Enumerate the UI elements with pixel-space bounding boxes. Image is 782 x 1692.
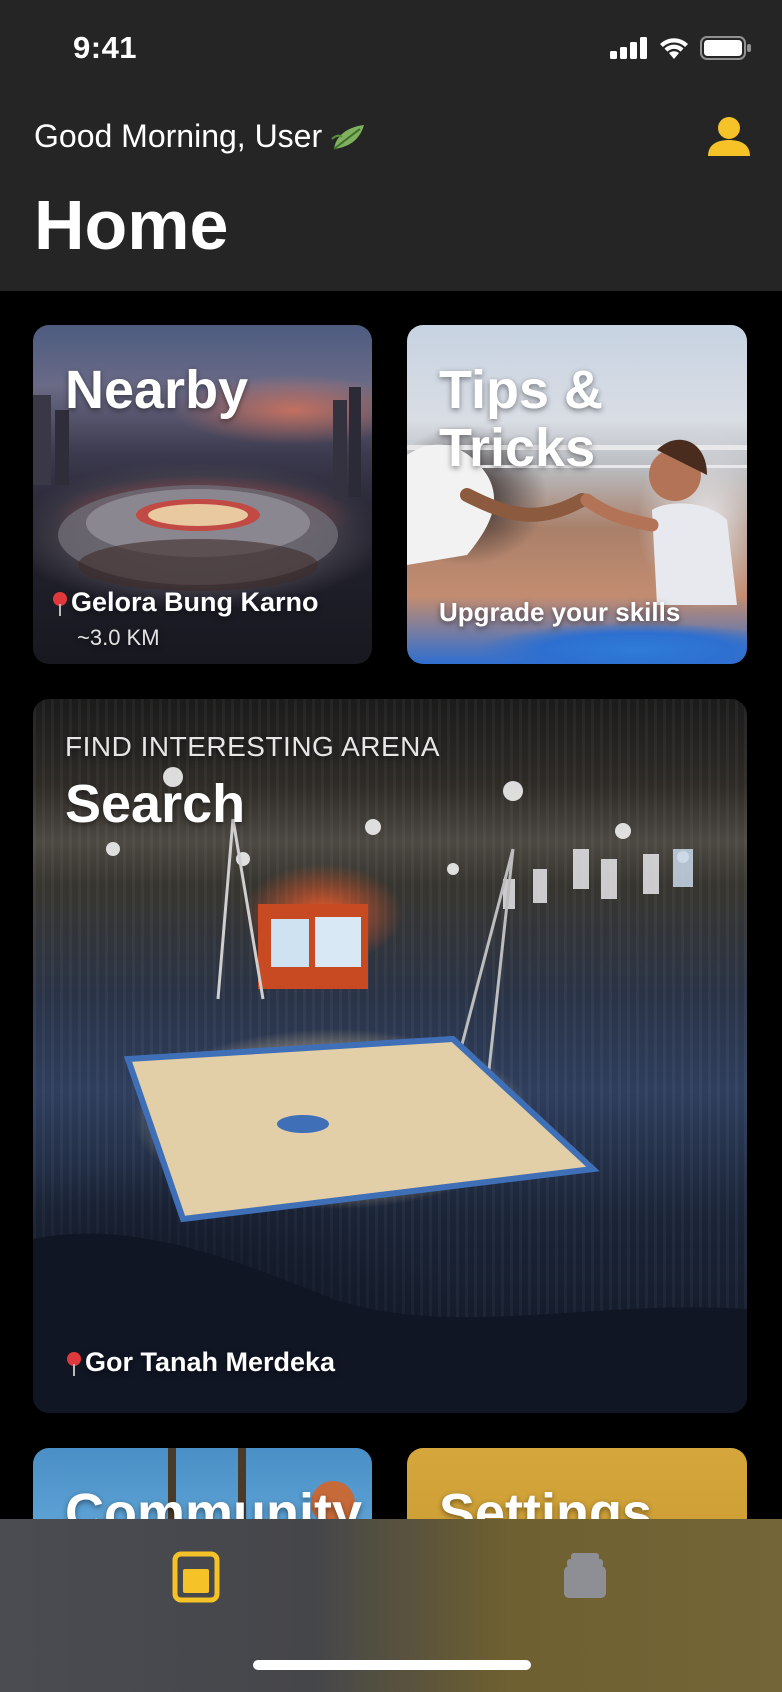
leaf-icon: [331, 124, 365, 150]
nearby-distance: ~3.0 KM: [77, 625, 160, 650]
status-time: 9:41: [73, 30, 138, 65]
pin-icon: [53, 591, 67, 616]
nearby-location-name: Gelora Bung Karno: [71, 587, 319, 617]
app-header: 9:41 Good Morning, User Home: [0, 0, 782, 291]
search-overline: FIND INTERESTING ARENA: [65, 731, 441, 762]
greeting-text: Good Morning, User: [34, 118, 323, 154]
tips-subtitle: Upgrade your skills: [439, 597, 681, 627]
greeting: Good Morning, User: [34, 118, 366, 155]
user-icon[interactable]: [706, 114, 752, 160]
pin-icon: [67, 1351, 81, 1376]
cellular-signal-icon: [610, 37, 647, 59]
wifi-icon: [660, 38, 688, 59]
status-bar: 9:41: [0, 0, 782, 100]
tips-card[interactable]: Tips & Tricks Upgrade your skills: [407, 325, 747, 664]
tips-title: Tips & Tricks: [439, 361, 603, 478]
stack-tab-icon[interactable]: [555, 1547, 615, 1607]
nearby-card[interactable]: Nearby Gelora Bung Karno ~3.0 KM: [33, 325, 372, 664]
tips-title-line2: Tricks: [439, 418, 596, 479]
tips-title-line1: Tips &: [439, 360, 604, 420]
search-location: Gor Tanah Merdeka: [65, 1347, 335, 1378]
home-indicator: [253, 1660, 531, 1670]
battery-icon: [700, 36, 751, 60]
search-card[interactable]: FIND INTERESTING ARENA Search Gor Tanah …: [33, 699, 747, 1413]
nearby-title: Nearby: [65, 360, 249, 420]
search-title: Search: [65, 774, 246, 834]
status-icons: [610, 36, 752, 60]
home-tab-icon[interactable]: [166, 1547, 226, 1607]
page-title: Home: [34, 186, 229, 264]
nearby-location: Gelora Bung Karno: [51, 587, 319, 618]
search-location-name: Gor Tanah Merdeka: [85, 1347, 336, 1377]
